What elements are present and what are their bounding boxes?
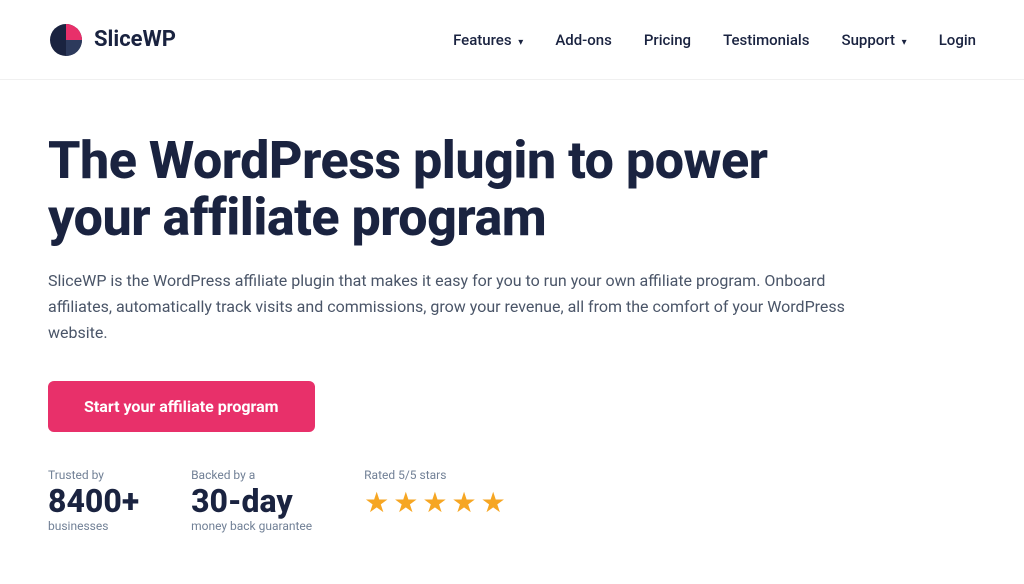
- trusted-label: Trusted by: [48, 468, 139, 482]
- stars-row: ★ ★ ★ ★ ★: [364, 486, 506, 519]
- hero-title: The WordPress plugin to power your affil…: [48, 132, 852, 246]
- logo-text: SliceWP: [94, 27, 176, 52]
- trusted-stat: Trusted by 8400+ businesses: [48, 468, 139, 533]
- backed-number: 30-day: [191, 484, 312, 519]
- trusted-sublabel: businesses: [48, 519, 139, 533]
- nav-item-pricing[interactable]: Pricing: [644, 30, 691, 49]
- chevron-down-icon: ▾: [902, 37, 907, 48]
- nav-item-features[interactable]: Features ▾: [453, 30, 523, 49]
- nav-item-addons[interactable]: Add-ons: [555, 30, 612, 49]
- logo-icon: [48, 22, 84, 58]
- star-5: ★: [481, 486, 506, 519]
- star-2: ★: [393, 486, 418, 519]
- backed-stat: Backed by a 30-day money back guarantee: [191, 468, 312, 533]
- nav-item-support[interactable]: Support ▾: [841, 30, 906, 49]
- hero-section: The WordPress plugin to power your affil…: [0, 80, 900, 533]
- cta-button[interactable]: Start your affiliate program: [48, 381, 315, 432]
- hero-description: SliceWP is the WordPress affiliate plugi…: [48, 268, 852, 345]
- nav-item-login[interactable]: Login: [939, 30, 976, 49]
- rating-stat: Rated 5/5 stars ★ ★ ★ ★ ★: [364, 468, 506, 519]
- navigation: SliceWP Features ▾ Add-ons Pricing Testi…: [0, 0, 1024, 80]
- rating-label: Rated 5/5 stars: [364, 468, 506, 482]
- star-3: ★: [422, 486, 447, 519]
- nav-links: Features ▾ Add-ons Pricing Testimonials …: [453, 30, 976, 49]
- chevron-down-icon: ▾: [518, 37, 523, 48]
- logo[interactable]: SliceWP: [48, 22, 176, 58]
- social-proof: Trusted by 8400+ businesses Backed by a …: [48, 468, 852, 533]
- trusted-number: 8400+: [48, 484, 139, 519]
- backed-label: Backed by a: [191, 468, 312, 482]
- star-4: ★: [451, 486, 476, 519]
- backed-sublabel: money back guarantee: [191, 519, 312, 533]
- nav-item-testimonials[interactable]: Testimonials: [723, 30, 809, 49]
- star-1: ★: [364, 486, 389, 519]
